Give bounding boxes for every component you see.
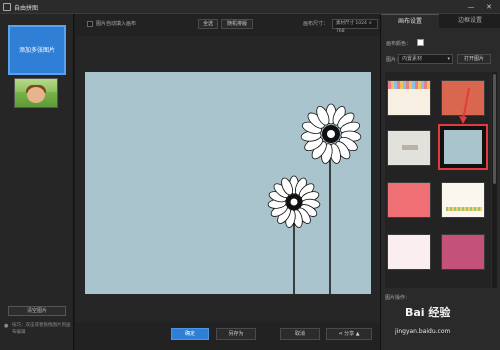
image-source-select[interactable]: 内置素材 ▾ bbox=[398, 54, 453, 64]
bg-color-swatch[interactable] bbox=[417, 39, 424, 46]
minimize-button[interactable]: — bbox=[466, 2, 476, 12]
photo-list-panel: 添加多张图片 清空图片 ● 技巧：双击或者拖拽图片到画布编辑 bbox=[0, 14, 74, 350]
cancel-button[interactable]: 取消 bbox=[280, 328, 320, 340]
share-icon: ⋖ bbox=[338, 331, 343, 337]
gallery-item[interactable] bbox=[387, 130, 431, 166]
gallery-item[interactable] bbox=[441, 182, 485, 218]
chevron-down-icon: ▾ bbox=[447, 56, 450, 62]
settings-panel: 画布设置 边框设置 画布颜色： 图片： 内置素材 ▾ 打开图片 图片操作： Ba… bbox=[380, 14, 500, 350]
gallery-scroll-thumb[interactable] bbox=[493, 74, 496, 184]
gallery-scrollbar[interactable] bbox=[492, 72, 497, 288]
annotation-arrow-icon bbox=[459, 87, 470, 124]
clear-photos-button[interactable]: 清空图片 bbox=[8, 306, 66, 316]
select-all-button[interactable]: 全选 bbox=[198, 19, 218, 29]
tip-text: ● 技巧：双击或者拖拽图片到画布编辑 bbox=[4, 322, 72, 336]
collage-canvas[interactable] bbox=[85, 72, 371, 294]
share-button[interactable]: ⋖ 分享 ▲ bbox=[326, 328, 372, 340]
open-image-button[interactable]: 打开图片 bbox=[457, 54, 491, 64]
gallery-item[interactable] bbox=[387, 80, 431, 116]
watermark-url: jingyan.baidu.com bbox=[395, 328, 451, 335]
auto-fill-checkbox[interactable] bbox=[87, 21, 93, 27]
image-source-value: 内置素材 bbox=[402, 56, 423, 62]
gallery-item-selected[interactable] bbox=[438, 124, 488, 170]
action-bar: 确定 另存为 取消 ⋖ 分享 ▲ bbox=[75, 322, 380, 350]
image-ops-label: 图片操作： bbox=[385, 295, 411, 301]
settings-tabs: 画布设置 边框设置 bbox=[381, 14, 500, 28]
title-bar: 自由拼图 — ✕ bbox=[0, 0, 500, 14]
share-label: 分享 bbox=[344, 331, 355, 337]
app-icon bbox=[3, 3, 11, 11]
canvas-size-select[interactable]: 素材尺寸 1024 × 768 bbox=[332, 19, 378, 34]
flower-background-art bbox=[267, 103, 362, 294]
auto-fill-label: 图片自动填入画布 bbox=[96, 21, 137, 27]
canvas-toolbar: 图片自动填入画布 全选 随机排版 画布尺寸： 素材尺寸 1024 × 768 bbox=[75, 14, 380, 36]
chevron-up-icon: ▲ bbox=[355, 331, 360, 337]
tab-border-settings[interactable]: 边框设置 bbox=[441, 14, 499, 28]
random-layout-button[interactable]: 随机排版 bbox=[221, 19, 253, 29]
save-as-button[interactable]: 另存为 bbox=[216, 328, 256, 340]
window-title: 自由拼图 bbox=[14, 5, 39, 12]
tab-canvas-settings[interactable]: 画布设置 bbox=[381, 14, 439, 28]
clear-photos-label: 清空图片 bbox=[26, 308, 47, 314]
workspace bbox=[75, 36, 380, 322]
gallery-item[interactable] bbox=[387, 234, 431, 270]
photo-thumbnail[interactable] bbox=[14, 78, 58, 108]
gallery-item[interactable] bbox=[387, 182, 431, 218]
confirm-button[interactable]: 确定 bbox=[171, 328, 209, 340]
close-button[interactable]: ✕ bbox=[484, 2, 494, 12]
tip-label: 技巧：双击或者拖拽图片到画布编辑 bbox=[12, 323, 71, 335]
info-icon: ● bbox=[4, 323, 9, 329]
bg-color-label: 画布颜色： bbox=[386, 41, 412, 47]
gallery-item[interactable] bbox=[441, 234, 485, 270]
canvas-size-label: 画布尺寸： bbox=[303, 21, 329, 27]
add-photos-button[interactable]: 添加多张图片 bbox=[8, 25, 66, 75]
background-gallery bbox=[385, 72, 491, 288]
